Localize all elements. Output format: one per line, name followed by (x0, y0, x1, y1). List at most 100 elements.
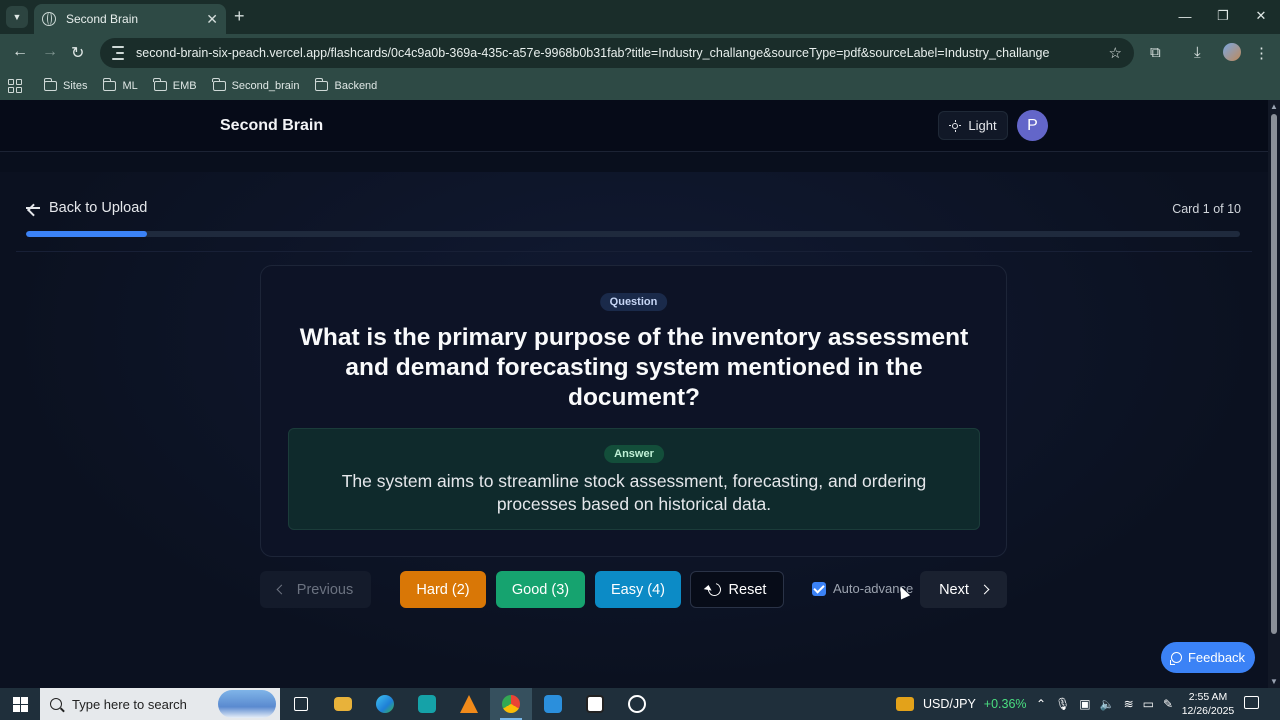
bookmark-backend[interactable]: Backend (314, 78, 377, 92)
chevron-right-icon (979, 584, 990, 595)
browser-toolbar: ← → ↻ second-brain-six-peach.vercel.app/… (0, 34, 1280, 72)
pen-icon[interactable]: ✎ (1163, 697, 1173, 711)
microphone-icon[interactable]: 🎙 (1055, 697, 1070, 711)
folder-icon (212, 78, 226, 91)
answer-box: Answer The system aims to streamline sto… (288, 428, 980, 530)
flashcard-controls: Previous Hard (2) Good (3) Easy (4) Rese… (0, 571, 1268, 609)
volume-icon[interactable]: 🔈 (1100, 697, 1115, 711)
apps-grid-icon[interactable] (8, 79, 22, 93)
flashcard-topbar: Back to Upload Card 1 of 10 (16, 184, 1252, 252)
chevron-down-icon: ▼ (12, 12, 22, 22)
folder-icon (43, 78, 57, 91)
folder-icon (153, 78, 167, 91)
scroll-down-icon[interactable]: ▼ (1270, 677, 1278, 686)
currency-icon (896, 697, 914, 711)
edge-icon[interactable] (364, 688, 406, 720)
download-icon[interactable]: ⤓ (1194, 44, 1201, 61)
vlc-icon[interactable] (448, 688, 490, 720)
task-view-icon[interactable] (280, 688, 322, 720)
close-window-button[interactable]: ✕ (1242, 0, 1280, 32)
tab-search-button[interactable]: ▼ (6, 6, 28, 28)
user-avatar[interactable]: P (1017, 110, 1048, 141)
reset-button[interactable]: Reset (690, 571, 784, 608)
bookmark-ml[interactable]: ML (102, 78, 138, 92)
auto-advance-checkbox[interactable] (812, 581, 826, 596)
wifi-icon[interactable]: ≋ (1124, 697, 1134, 711)
browser-profile-avatar[interactable] (1223, 43, 1241, 61)
clock-time: 2:55 AM (1188, 691, 1228, 703)
web-page: Second Brain Light P Back to Upload Card… (0, 100, 1268, 688)
system-tray: ⌃ 🎙 ▣ 🔈 ≋ ▭ ✎ (1036, 688, 1173, 720)
close-tab-icon[interactable]: ✕ (206, 11, 218, 28)
windows-taskbar: Type here to search USD/JPY +0.36% ⌃ 🎙 ▣… (0, 688, 1280, 720)
minimize-button[interactable]: — (1166, 0, 1204, 32)
rotate-ccw-icon (705, 580, 723, 599)
card-counter: Card 1 of 10 (1172, 202, 1241, 216)
forward-nav-icon[interactable]: → (42, 43, 58, 61)
ticker-change: +0.36% (983, 697, 1027, 711)
chrome-icon[interactable] (490, 688, 532, 720)
browser-tabstrip: ▼ Second Brain ✕ + — ❐ ✕ (0, 0, 1280, 34)
feedback-button[interactable]: Feedback (1161, 642, 1255, 673)
arduino-icon[interactable] (406, 688, 448, 720)
progress-fill (26, 231, 148, 237)
previous-button[interactable]: Previous (260, 571, 371, 608)
next-button[interactable]: Next (920, 571, 1007, 608)
scroll-up-icon[interactable]: ▲ (1270, 102, 1278, 111)
bookmark-second-brain[interactable]: Second_brain (212, 78, 299, 92)
reload-icon[interactable]: ↻ (71, 43, 84, 63)
brand-title[interactable]: Second Brain (220, 117, 323, 135)
menu-kebab-icon[interactable]: ⋮ (1254, 44, 1269, 62)
vscode-icon[interactable] (532, 688, 574, 720)
browser-tab-active[interactable]: Second Brain ✕ (34, 4, 226, 34)
hard-button[interactable]: Hard (2) (400, 571, 486, 608)
windows-logo-icon (12, 696, 28, 712)
display-icon[interactable]: ▣ (1079, 697, 1090, 711)
chevron-up-icon[interactable]: ⌃ (1036, 697, 1046, 711)
app-header: Second Brain Light P (0, 100, 1268, 152)
easy-button[interactable]: Easy (4) (595, 571, 681, 608)
good-button[interactable]: Good (3) (496, 571, 585, 608)
file-explorer-icon[interactable] (322, 688, 364, 720)
back-label: Back to Upload (49, 200, 148, 216)
scrollbar-thumb[interactable] (1271, 114, 1277, 634)
sun-icon (949, 119, 962, 132)
folder-icon (314, 78, 329, 91)
folder-icon (102, 78, 117, 91)
flashcard[interactable]: Question What is the primary purpose of … (260, 265, 1007, 557)
search-icon (50, 698, 62, 710)
system-clock[interactable]: 2:55 AM 12/26/2025 (1176, 690, 1240, 718)
extensions-icon[interactable]: ⧉ (1150, 44, 1161, 61)
ticker-symbol: USD/JPY (923, 697, 976, 711)
bookmark-star-icon[interactable]: ☆ (1109, 44, 1122, 62)
maximize-button[interactable]: ❐ (1204, 0, 1242, 32)
chevron-left-icon (276, 584, 287, 595)
currency-ticker[interactable]: USD/JPY +0.36% (896, 688, 1027, 720)
theme-label: Light (968, 118, 997, 133)
question-text: What is the primary purpose of the inven… (299, 324, 969, 411)
progress-bar (26, 231, 1240, 237)
bookmark-emb[interactable]: EMB (153, 78, 197, 92)
window-controls: — ❐ ✕ (1166, 0, 1280, 32)
search-placeholder: Type here to search (72, 696, 187, 712)
url-text[interactable]: second-brain-six-peach.vercel.app/flashc… (136, 46, 1109, 60)
site-info-icon[interactable] (112, 46, 126, 60)
answer-badge: Answer (604, 445, 664, 463)
new-tab-button[interactable]: + (234, 6, 245, 27)
back-nav-icon[interactable]: ← (12, 43, 28, 61)
back-to-upload-link[interactable]: Back to Upload (26, 200, 147, 216)
subheader-band (0, 152, 1268, 172)
address-bar[interactable]: second-brain-six-peach.vercel.app/flashc… (100, 38, 1134, 68)
notification-icon[interactable] (1244, 696, 1259, 709)
theme-toggle-button[interactable]: Light (938, 111, 1008, 140)
screen-recorder-icon[interactable] (616, 688, 658, 720)
start-button[interactable] (0, 688, 40, 720)
bookmark-sites[interactable]: Sites (43, 78, 87, 92)
arrow-left-icon (26, 207, 40, 209)
chat-bubble-icon (1169, 652, 1182, 665)
answer-text: The system aims to streamline stock asse… (341, 471, 927, 514)
battery-icon[interactable]: ▭ (1143, 697, 1154, 711)
taskbar-search[interactable]: Type here to search (40, 688, 280, 720)
notion-icon[interactable] (574, 688, 616, 720)
page-scrollbar[interactable]: ▲ ▼ (1268, 100, 1280, 688)
